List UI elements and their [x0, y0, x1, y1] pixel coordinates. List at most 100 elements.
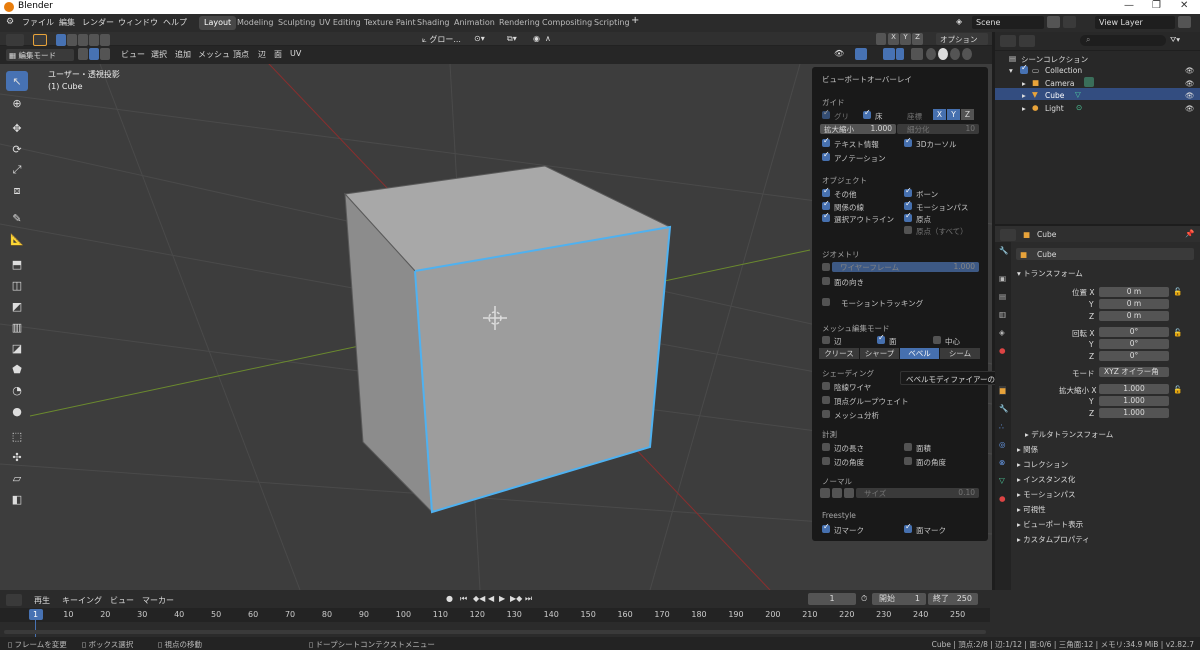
- tab-scripting[interactable]: Scripting: [589, 16, 635, 30]
- tab-animation[interactable]: Animation: [449, 16, 500, 30]
- location-y-field[interactable]: 0 m: [1099, 299, 1169, 309]
- annotate-tool-icon[interactable]: ✎: [6, 208, 28, 228]
- motion-paths-checkbox[interactable]: [904, 199, 912, 210]
- spin-tool-icon[interactable]: ◔: [6, 380, 28, 400]
- outliner-item-light[interactable]: Light: [1045, 104, 1064, 113]
- tool-tab-icon[interactable]: 🔧: [999, 246, 1008, 255]
- rotation-mode-dropdown[interactable]: XYZ オイラー角: [1099, 367, 1169, 377]
- blender-menu-icon[interactable]: ⚙: [6, 17, 14, 27]
- face-normals-icon[interactable]: [844, 488, 854, 498]
- shear-tool-icon[interactable]: ▱: [6, 468, 28, 488]
- menu-add[interactable]: 追加: [175, 49, 191, 60]
- measure-tool-icon[interactable]: 📐: [6, 229, 28, 249]
- rendered-shading-icon[interactable]: [962, 48, 972, 60]
- outliner-item-cube[interactable]: Cube: [1045, 91, 1064, 100]
- grid-subdivisions-field[interactable]: 細分化 10: [897, 124, 979, 134]
- delta-transform-panel[interactable]: ▸ デルタトランスフォーム: [1025, 429, 1113, 440]
- relations-checkbox[interactable]: [822, 199, 830, 210]
- particles-tab-icon[interactable]: ∴: [999, 422, 1004, 431]
- close-icon[interactable]: ✕: [1180, 0, 1188, 11]
- visibility-eye-icon[interactable]: 👁: [1185, 91, 1195, 100]
- add-workspace-icon[interactable]: +: [631, 15, 639, 26]
- material-tab-icon[interactable]: ●: [999, 494, 1006, 503]
- outliner-item-camera[interactable]: Camera: [1045, 79, 1074, 88]
- menu-window[interactable]: ウィンドウ: [118, 17, 158, 28]
- minimize-icon[interactable]: —: [1124, 0, 1134, 11]
- material-shading-icon[interactable]: [950, 48, 960, 60]
- mesh-data-icon[interactable]: ▽: [1075, 90, 1081, 99]
- transform-tool-icon[interactable]: ⧈: [6, 181, 28, 201]
- select-tool-icon[interactable]: [33, 34, 47, 46]
- select-extend-icon[interactable]: [67, 34, 77, 46]
- lock-icon[interactable]: 🔓: [1173, 287, 1182, 296]
- visibility-icon[interactable]: 👁: [834, 49, 844, 58]
- origins-checkbox[interactable]: [904, 211, 912, 222]
- axis-y-toggle[interactable]: Y: [900, 33, 911, 45]
- select-subtract-icon[interactable]: [78, 34, 88, 46]
- menu-keying[interactable]: キーイング: [62, 595, 102, 606]
- options-dropdown[interactable]: オプション: [936, 33, 988, 45]
- proportional-edit-icon[interactable]: ◉: [533, 34, 540, 43]
- modifier-tab-icon[interactable]: 🔧: [999, 404, 1008, 413]
- editor-type-icon[interactable]: [6, 34, 24, 46]
- menu-edit[interactable]: 編集: [59, 17, 75, 28]
- scale-z-field[interactable]: 1.000: [1099, 408, 1169, 418]
- render-tab-icon[interactable]: ▣: [999, 274, 1006, 283]
- expand-cube-icon[interactable]: ▸: [1022, 91, 1026, 100]
- rotation-x-field[interactable]: 0°: [1099, 327, 1169, 337]
- jump-start-icon[interactable]: ⏮: [460, 594, 467, 604]
- motion-tracking-checkbox[interactable]: [822, 298, 830, 306]
- rotation-z-field[interactable]: 0°: [1099, 351, 1169, 361]
- motion-paths-panel[interactable]: ▸ モーションパス: [1017, 489, 1076, 500]
- vertex-select-icon[interactable]: [78, 48, 88, 60]
- end-frame-field[interactable]: 終了 250: [928, 593, 978, 605]
- scale-tool-icon[interactable]: ⤢: [6, 160, 28, 180]
- play-icon[interactable]: ▶: [499, 594, 505, 603]
- axis-z-toggle[interactable]: Z: [961, 109, 974, 120]
- current-frame-field[interactable]: 1: [808, 593, 856, 605]
- menu-help[interactable]: ヘルプ: [163, 17, 187, 28]
- rip-tool-icon[interactable]: ◧: [6, 489, 28, 509]
- custom-properties-panel[interactable]: ▸ カスタムプロパティ: [1017, 534, 1090, 545]
- extrude-tool-icon[interactable]: ⬒: [6, 254, 28, 274]
- edge-length-checkbox[interactable]: [822, 443, 830, 451]
- tab-uv-editing[interactable]: UV Editing: [314, 16, 366, 30]
- menu-select[interactable]: 選択: [151, 49, 167, 60]
- data-tab-icon[interactable]: ▽: [999, 476, 1005, 485]
- bevel-tool-icon[interactable]: ◩: [6, 296, 28, 316]
- mesh-analysis-checkbox[interactable]: [822, 410, 830, 418]
- menu-timeline-view[interactable]: ビュー: [110, 595, 134, 606]
- bones-checkbox[interactable]: [904, 186, 912, 197]
- pivot-dropdown[interactable]: ⊙▾: [474, 34, 485, 43]
- vertex-normals-icon[interactable]: [820, 488, 830, 498]
- loop-cut-tool-icon[interactable]: ▥: [6, 317, 28, 337]
- shrink-fatten-tool-icon[interactable]: ✣: [6, 447, 28, 467]
- filter-icon[interactable]: ⛛▾: [1170, 35, 1180, 45]
- play-reverse-icon[interactable]: ◀: [488, 594, 494, 603]
- menu-uv[interactable]: UV: [290, 49, 301, 58]
- knife-tool-icon[interactable]: ◪: [6, 338, 28, 358]
- transform-panel-header[interactable]: ▾ トランスフォーム: [1017, 268, 1083, 279]
- view-layer-tab-icon[interactable]: ▥: [999, 310, 1006, 319]
- maximize-icon[interactable]: ❐: [1152, 0, 1161, 11]
- visibility-eye-icon[interactable]: 👁: [1185, 66, 1195, 75]
- instancing-panel[interactable]: ▸ インスタンス化: [1017, 474, 1075, 485]
- overlay-dropdown-icon[interactable]: [896, 48, 904, 60]
- hidden-wire-checkbox[interactable]: [822, 382, 830, 390]
- vertex-group-weights-checkbox[interactable]: [822, 396, 830, 404]
- select-invert-icon[interactable]: [89, 34, 99, 46]
- menu-playback[interactable]: 再生: [34, 595, 50, 606]
- relations-panel[interactable]: ▸ 関係: [1017, 444, 1038, 455]
- jump-end-icon[interactable]: ⏭: [525, 594, 532, 604]
- poly-build-tool-icon[interactable]: ⬟: [6, 359, 28, 379]
- pin-icon[interactable]: 📌: [1185, 229, 1194, 238]
- axis-z-toggle[interactable]: Z: [912, 33, 923, 45]
- constraints-tab-icon[interactable]: ⊗: [999, 458, 1005, 467]
- face-orientation-checkbox[interactable]: [822, 277, 830, 285]
- new-view-layer-icon[interactable]: [1178, 16, 1191, 28]
- select-intersect-icon[interactable]: [100, 34, 110, 46]
- expand-collection-icon[interactable]: ▾: [1009, 66, 1013, 75]
- physics-tab-icon[interactable]: ◎: [999, 440, 1006, 449]
- timeline-editor-icon[interactable]: [6, 594, 22, 606]
- inset-tool-icon[interactable]: ◫: [6, 275, 28, 295]
